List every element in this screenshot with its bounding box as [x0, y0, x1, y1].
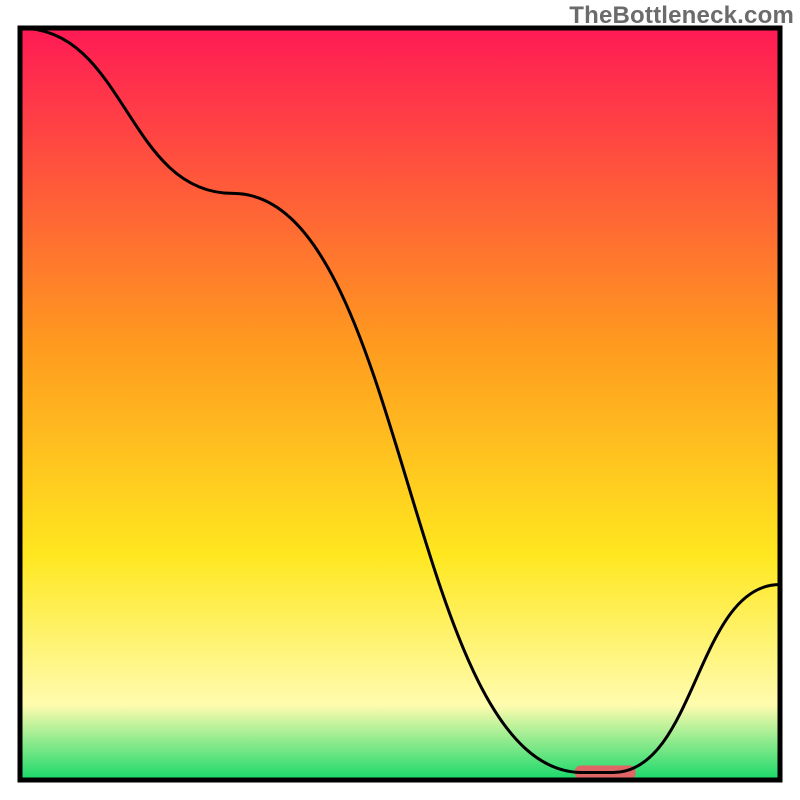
watermark-text: TheBottleneck.com — [569, 2, 794, 30]
chart-container: TheBottleneck.com — [0, 0, 800, 800]
plot-background — [20, 28, 780, 780]
bottleneck-chart — [0, 0, 800, 800]
